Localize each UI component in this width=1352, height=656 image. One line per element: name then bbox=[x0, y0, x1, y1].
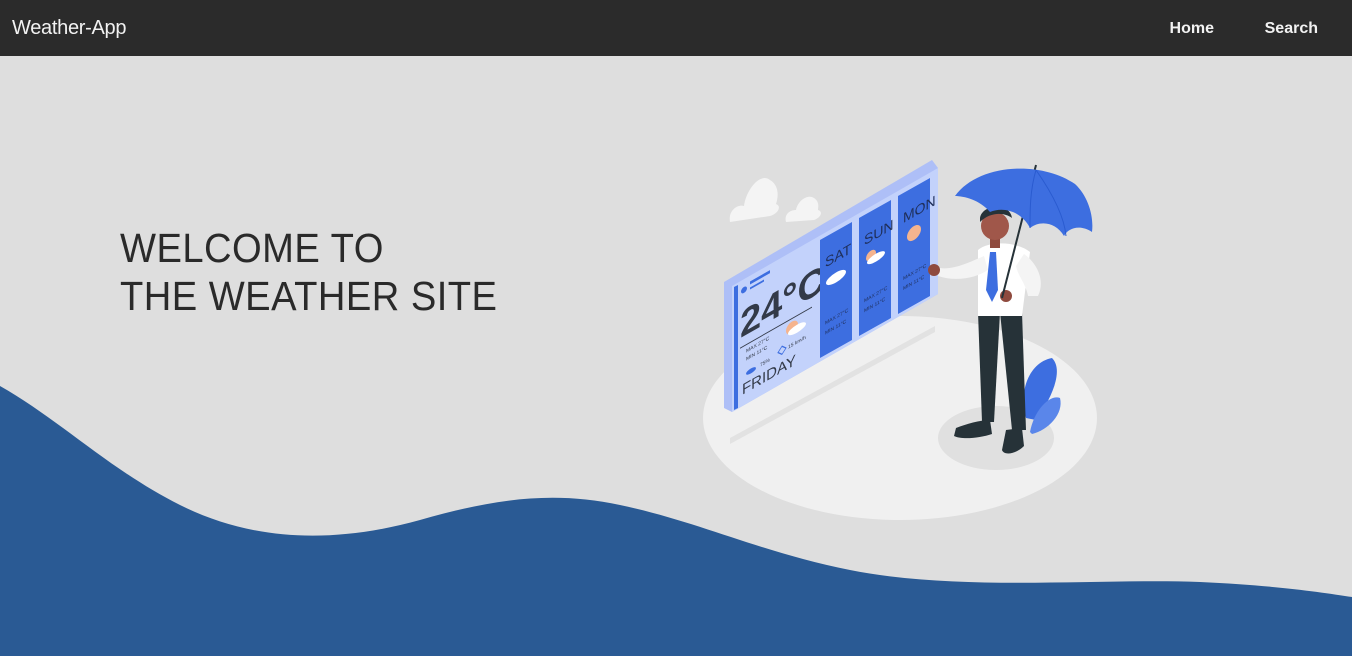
hero-title-line-2: THE WEATHER SITE bbox=[120, 273, 498, 319]
hero-title: WELCOME TO THE WEATHER SITE bbox=[120, 224, 526, 320]
hero-title-line-1: WELCOME TO bbox=[120, 225, 384, 271]
wave-background bbox=[0, 386, 1352, 656]
weather-illustration: 24°C MAX 27°C MIN 11°C 15 km/h 75% FRIDA… bbox=[703, 160, 1097, 520]
cloud-icon bbox=[729, 178, 821, 222]
